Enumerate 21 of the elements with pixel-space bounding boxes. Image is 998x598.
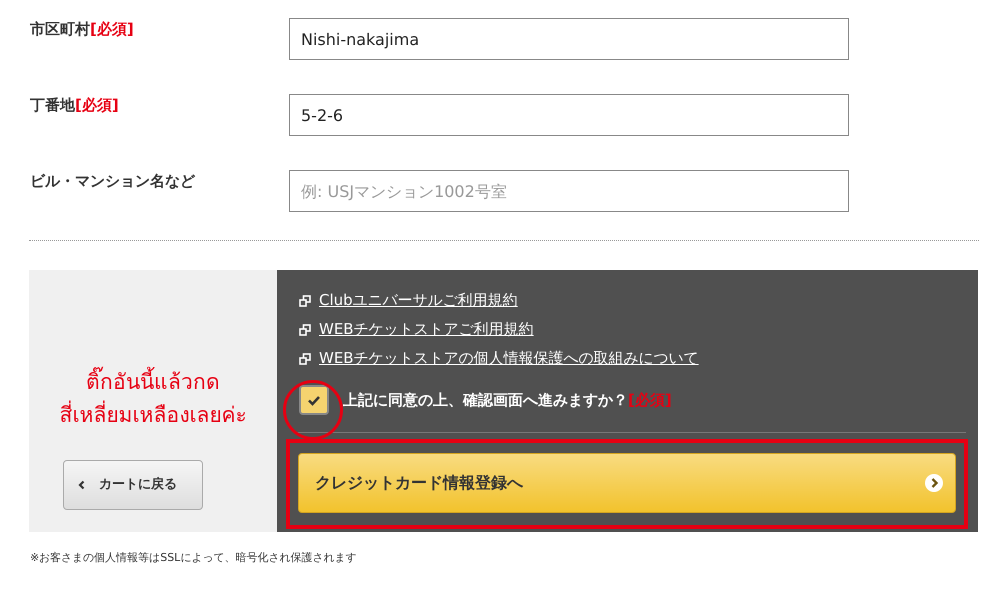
chevron-right-icon (925, 474, 943, 492)
check-icon (307, 394, 321, 406)
field-label: 丁番地[必須] (30, 95, 120, 116)
terms-link[interactable]: Clubユニバーサルご利用規約 (319, 289, 518, 312)
external-window-icon (299, 352, 311, 364)
input-field[interactable]: Nishi-nakajima (289, 18, 849, 60)
external-window-icon (299, 294, 311, 306)
input-field[interactable]: 例: USJマンション1002号室 (289, 170, 849, 212)
footnote: ※お客さまの個人情報等はSSLによって、暗号化され保護されます (30, 550, 358, 566)
back-button[interactable]: カートに戻る (63, 460, 203, 510)
terms-link[interactable]: WEBチケットストアの個人情報保護への取組みについて (319, 347, 699, 370)
next-button[interactable]: クレジットカード情報登録へ (298, 453, 956, 513)
agree-checkbox[interactable] (299, 385, 329, 415)
field-label: 市区町村[必須] (30, 19, 135, 40)
terms-link[interactable]: WEBチケットストアご利用規約 (319, 318, 534, 341)
consent-label: 上記に同意の上、確認画面へ進みますか？[必須] (343, 390, 672, 411)
annotation-text: ติ๊กอันนี้แล้วกด สี่เหลี่ยมเหลืองเลยค่ะ (60, 366, 246, 432)
chevron-left-icon (78, 480, 85, 490)
external-window-icon (299, 324, 311, 336)
field-label: ビル・マンション名など (30, 171, 196, 192)
input-field[interactable]: 5-2-6 (289, 94, 849, 136)
